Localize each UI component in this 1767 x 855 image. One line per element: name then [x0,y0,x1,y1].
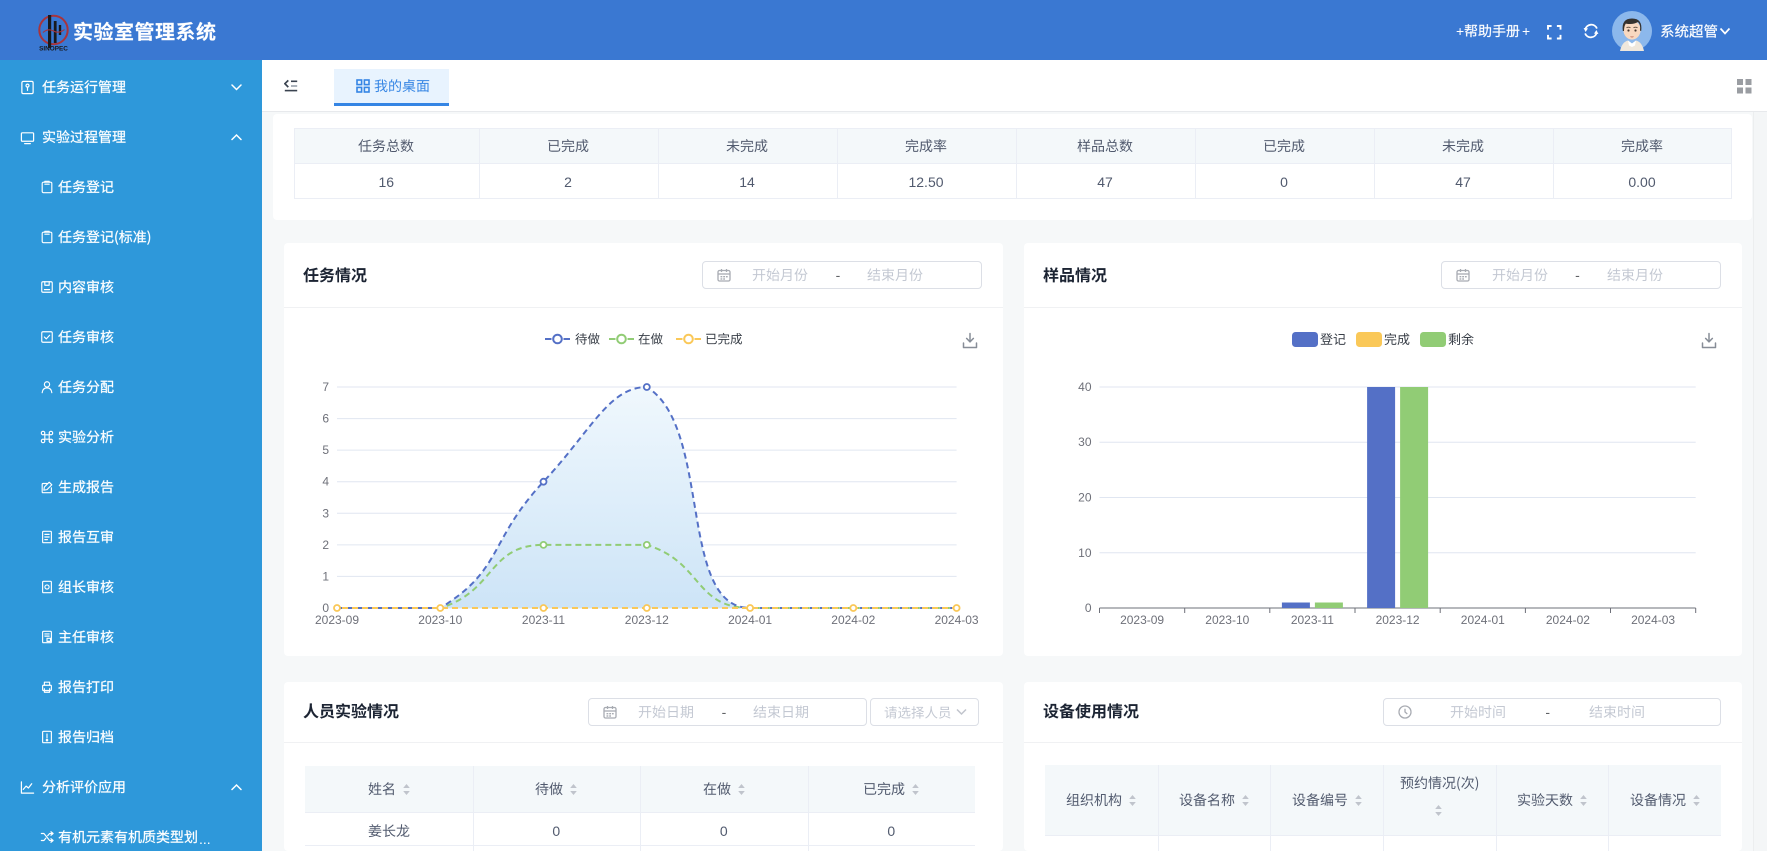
svg-text:SINOPEC: SINOPEC [39,46,68,53]
